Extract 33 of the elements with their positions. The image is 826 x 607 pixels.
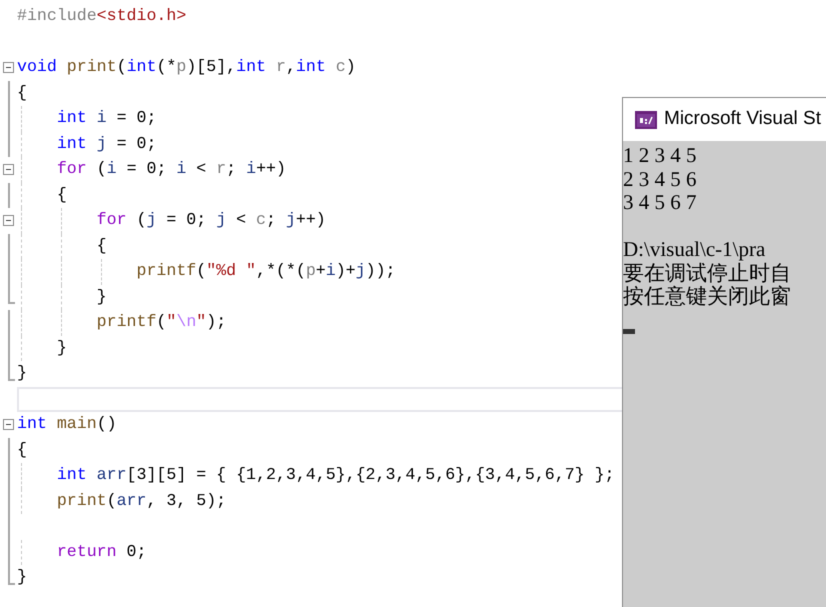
code-line: #include<stdio.h> <box>17 5 186 28</box>
code-line: printf("\n"); <box>96 311 226 334</box>
code-line: { <box>96 234 107 257</box>
code-line: int j = 0; <box>56 132 156 155</box>
code-line: { <box>17 438 27 461</box>
code-line: { <box>56 184 67 206</box>
code-line: int main() <box>17 413 117 436</box>
code-line: int i = 0; <box>56 107 156 130</box>
console-output-line: 1 2 3 4 5 <box>623 144 698 168</box>
code-line: for (i = 0; i < r; i++) <box>56 158 286 180</box>
console-message-line: 按任意键关闭此窗 <box>623 285 792 308</box>
collapse-icon[interactable] <box>3 164 14 175</box>
collapse-icon[interactable] <box>3 62 14 73</box>
window-title: Microsoft Visual St <box>664 107 821 132</box>
code-line: for (j = 0; j < c; j++) <box>96 209 326 232</box>
code-line: print(arr, 3, 5); <box>56 490 226 512</box>
code-line: } <box>17 362 27 384</box>
terminal-icon <box>635 110 657 128</box>
console-message-line: D:\visual\c-1\pra <box>623 238 766 262</box>
code-line: } <box>56 336 67 359</box>
text-cursor <box>623 328 635 334</box>
code-line: int arr[3][5] = { {1,2,3,4,5},{2,3,4,5,6},{3,4,5,6,7} }; <box>56 464 614 486</box>
console-output-line: 2 3 4 5 6 <box>623 168 698 191</box>
collapse-icon[interactable] <box>3 215 14 226</box>
console-output-line: 3 4 5 6 7 <box>623 191 698 214</box>
code-line: return 0; <box>56 540 146 563</box>
collapse-icon[interactable] <box>3 419 14 430</box>
code-line: } <box>96 286 107 308</box>
code-line: } <box>17 566 27 588</box>
console-message-line: 要在调试停止时自 <box>623 262 792 285</box>
code-line: void print(int(*p)[5],int r,int c) <box>17 56 356 78</box>
code-line: { <box>17 82 27 104</box>
code-line: printf("%d ",*(*(p+i)+j)); <box>135 260 396 282</box>
